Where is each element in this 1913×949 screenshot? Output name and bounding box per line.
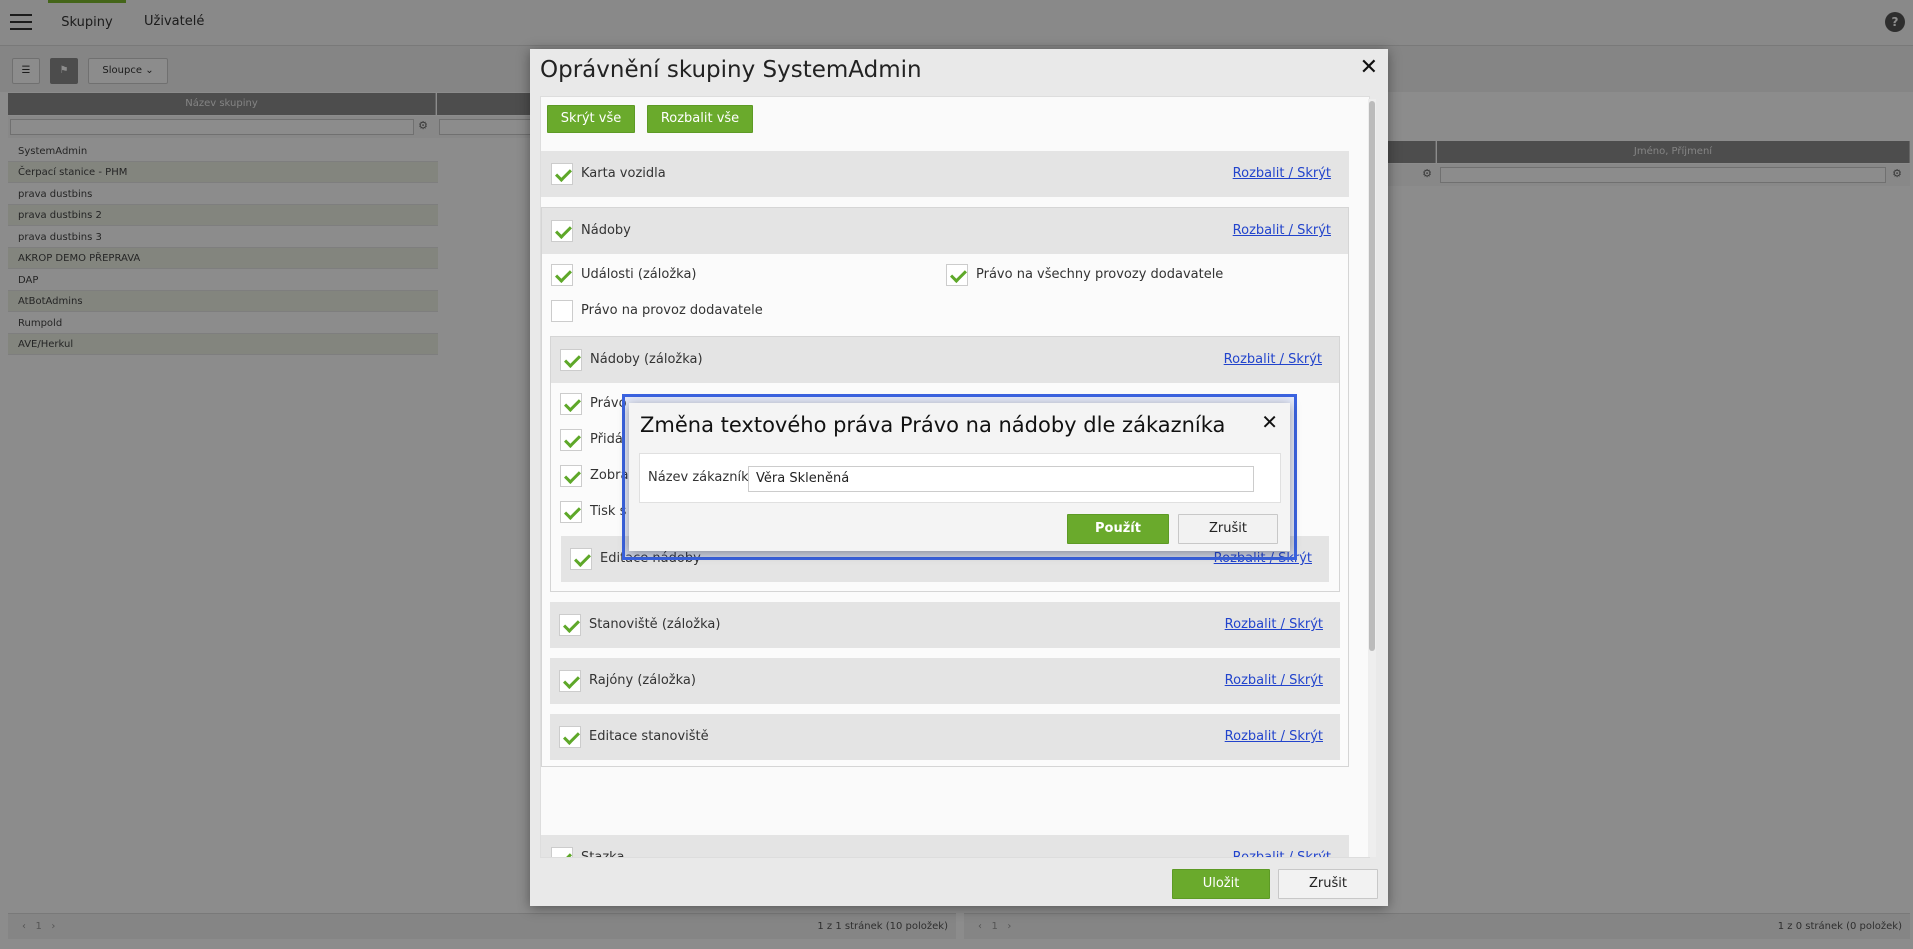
editace-nadoby-checkbox[interactable] [570,548,592,570]
expand-all-button[interactable]: Rozbalit vše [647,105,753,133]
permission-label: Přidá [590,432,623,447]
dialog-scrollbar[interactable] [1368,99,1376,857]
karta-vozidla-checkbox[interactable] [551,163,573,185]
nadoby-checkbox[interactable] [551,220,573,242]
close-icon[interactable]: ✕ [1360,55,1378,80]
pravo-vsechny-checkbox[interactable] [946,264,968,286]
permission-checkbox[interactable] [560,429,582,451]
stazka-checkbox[interactable] [551,847,573,857]
stazka-label: Stazka [581,850,625,858]
pravo-vsechny-label: Právo na všechny provozy dodavatele [976,267,1224,282]
udalosti-checkbox[interactable] [551,264,573,286]
pravo-provoz-label: Právo na provoz dodavatele [581,303,763,318]
nadoby-zalozka-label: Nádoby (záložka) [590,352,703,367]
editace-stanoviste-toggle-link[interactable]: Rozbalit / Skrýt [1225,729,1323,744]
apply-button[interactable]: Použít [1067,514,1169,544]
permission-checkbox[interactable] [560,393,582,415]
text-permission-dialog: Změna textového práva Právo na nádoby dl… [629,403,1290,551]
inner-dialog-body: Název zákazníka* Věra Skleněná [639,453,1281,503]
stanoviste-checkbox[interactable] [559,614,581,636]
section-stazka: Stazka Rozbalit / Skrýt [541,835,1349,858]
permission-checkbox[interactable] [560,501,582,523]
section-stanoviste: Stanoviště (záložka) Rozbalit / Skrýt [550,602,1340,648]
save-button[interactable]: Uložit [1172,869,1270,899]
scrollbar-thumb[interactable] [1369,101,1375,651]
dialog-title: Oprávnění skupiny SystemAdmin [540,57,922,83]
karta-vozidla-toggle-link[interactable]: Rozbalit / Skrýt [1233,166,1331,181]
nadoby-toggle-link[interactable]: Rozbalit / Skrýt [1233,223,1331,238]
permission-label: Tisk s [590,504,627,519]
customer-name-label: Název zákazníka* [648,470,763,485]
nadoby-zalozka-toggle-link[interactable]: Rozbalit / Skrýt [1224,352,1322,367]
section-nadoby: Nádoby Rozbalit / Skrýt [542,208,1348,254]
section-karta-vozidla: Karta vozidla Rozbalit / Skrýt [541,151,1349,197]
stanoviste-toggle-link[interactable]: Rozbalit / Skrýt [1225,617,1323,632]
section-rajony: Rajóny (záložka) Rozbalit / Skrýt [550,658,1340,704]
karta-vozidla-label: Karta vozidla [581,166,666,181]
rajony-label: Rajóny (záložka) [589,673,696,688]
editace-stanoviste-checkbox[interactable] [559,726,581,748]
inner-dialog-title: Změna textového práva Právo na nádoby dl… [640,413,1226,437]
stanoviste-label: Stanoviště (záložka) [589,617,721,632]
close-icon[interactable]: ✕ [1261,410,1278,434]
collapse-all-button[interactable]: Skrýt vše [547,105,635,133]
section-editace-stanoviste: Editace stanoviště Rozbalit / Skrýt [550,714,1340,760]
nadoby-label: Nádoby [581,223,631,238]
rajony-toggle-link[interactable]: Rozbalit / Skrýt [1225,673,1323,688]
rajony-checkbox[interactable] [559,670,581,692]
cancel-button[interactable]: Zrušit [1278,869,1378,899]
editace-stanoviste-label: Editace stanoviště [589,729,709,744]
stazka-toggle-link[interactable]: Rozbalit / Skrýt [1233,850,1331,857]
inner-cancel-button[interactable]: Zrušit [1178,514,1278,544]
udalosti-label: Události (záložka) [581,267,697,282]
permission-checkbox[interactable] [560,465,582,487]
section-nadoby-zalozka: Nádoby (záložka) Rozbalit / Skrýt [551,337,1339,383]
customer-name-input[interactable]: Věra Skleněná [748,466,1254,492]
pravo-provoz-checkbox[interactable] [551,300,573,322]
nadoby-zalozka-checkbox[interactable] [560,349,582,371]
